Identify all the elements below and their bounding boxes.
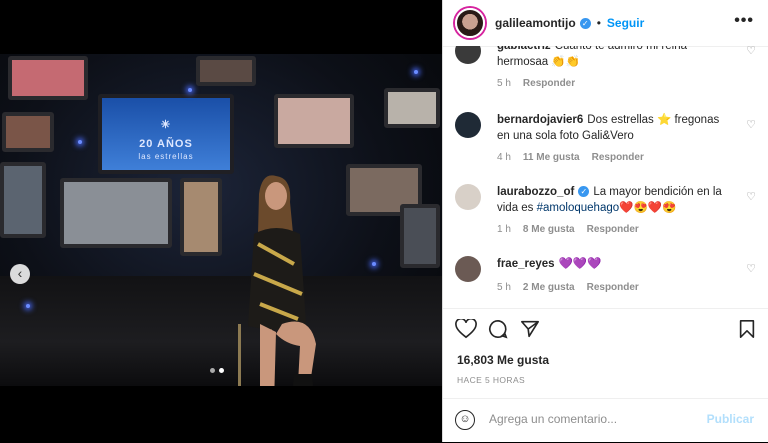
comment-username[interactable]: frae_reyes — [497, 258, 555, 270]
tv-monitor — [60, 178, 172, 248]
comment-body: gabiactriz Cuanto te admiro mi reina herm… — [497, 46, 734, 92]
post-timestamp: HACE 5 HORAS — [457, 375, 526, 385]
stage-light — [188, 88, 192, 92]
author-avatar[interactable] — [455, 8, 485, 38]
comment-likes-count[interactable]: 2 Me gusta — [523, 282, 575, 293]
comment-username[interactable]: bernardojavier6 — [497, 114, 583, 126]
post-side-panel: galileamontijo ✓ • Seguir ••• gabiactriz… — [442, 0, 768, 442]
comment-text: 💜💜💜 — [558, 258, 602, 270]
comment-time: 1 h — [497, 224, 511, 235]
comment-like-heart-icon[interactable]: ♡ — [746, 118, 756, 131]
more-options-icon[interactable]: ••• — [734, 12, 754, 30]
header-separator: • — [596, 16, 601, 30]
tv-logo-title: 20 AÑOS — [139, 138, 193, 150]
author-username[interactable]: galileamontijo — [495, 16, 576, 30]
carousel-prev-button[interactable]: ‹ — [10, 264, 30, 284]
carousel-dot — [210, 368, 215, 373]
bookmark-icon[interactable] — [738, 319, 756, 339]
comment-hashtag-link[interactable]: #amoloquehago — [537, 202, 620, 214]
comment-item: frae_reyes 💜💜💜 5 h 2 Me gusta Responder ♡ — [455, 256, 756, 306]
verified-badge-icon: ✓ — [578, 186, 590, 198]
comment-likes-count[interactable]: 8 Me gusta — [523, 224, 575, 235]
comment-reply-button[interactable]: Responder — [592, 152, 644, 163]
tv-monitor — [196, 56, 256, 86]
tv-logo-subtitle: las estrellas — [138, 152, 194, 161]
tv-monitor — [8, 56, 88, 100]
carousel-dot-active — [219, 368, 224, 373]
emoji-picker-icon[interactable]: ☺ — [455, 410, 475, 430]
stage-light — [372, 262, 376, 266]
likes-count[interactable]: 16,803 Me gusta — [457, 353, 549, 367]
comment-likes-count[interactable]: 11 Me gusta — [523, 152, 580, 163]
comment-body: bernardojavier6 Dos estrellas ⭐️ fregonas… — [497, 112, 734, 166]
add-comment-bar: ☺ Agrega un comentario... Publicar — [443, 398, 768, 443]
tv-monitor — [2, 112, 54, 152]
comment-meta: 1 h 8 Me gusta Responder — [497, 222, 734, 238]
commenter-avatar[interactable] — [455, 256, 481, 282]
post-header: galileamontijo ✓ • Seguir ••• — [443, 0, 768, 47]
tv-logo-star-icon: ✳ — [160, 119, 172, 131]
like-heart-icon[interactable] — [455, 319, 477, 339]
comment-emojis: ❤️😍❤️😍 — [619, 202, 677, 214]
tv-monitor — [384, 88, 440, 128]
comments-list[interactable]: gabiactriz Cuanto te admiro mi reina herm… — [443, 46, 768, 308]
comment-meta: 5 h 2 Me gusta Responder — [497, 280, 734, 296]
stage-light — [26, 304, 30, 308]
commenter-avatar[interactable] — [455, 112, 481, 138]
tv-monitor — [0, 162, 46, 238]
tv-monitor — [180, 178, 222, 256]
comment-body: laurabozzo_of ✓ La mayor bendición en la v… — [497, 184, 734, 238]
comment-meta: 4 h 11 Me gusta Responder — [497, 150, 734, 166]
verified-badge-icon: ✓ — [579, 17, 591, 29]
post-actions-bar — [443, 308, 768, 349]
commenter-avatar[interactable] — [455, 46, 481, 64]
comment-body: frae_reyes 💜💜💜 5 h 2 Me gusta Responder — [497, 256, 734, 296]
follow-button[interactable]: Seguir — [607, 16, 644, 30]
comment-time: 5 h — [497, 78, 511, 89]
tv-monitor — [274, 94, 354, 148]
tv-logo-screen: ✳ 20 AÑOS las estrellas — [98, 94, 234, 174]
comment-input[interactable]: Agrega un comentario... — [489, 412, 617, 426]
comment-reply-button[interactable]: Responder — [587, 224, 639, 235]
share-send-icon[interactable] — [519, 319, 541, 339]
commenter-avatar[interactable] — [455, 184, 481, 210]
carousel-indicator — [210, 368, 224, 373]
comment-time: 5 h — [497, 282, 511, 293]
comment-time: 4 h — [497, 152, 511, 163]
comment-like-heart-icon[interactable]: ♡ — [746, 262, 756, 275]
tv-monitor — [400, 204, 440, 268]
comment-reply-button[interactable]: Responder — [587, 282, 639, 293]
post-photo[interactable]: ✳ 20 AÑOS las estrellas ‹ — [0, 54, 442, 386]
post-media-area: ✳ 20 AÑOS las estrellas ‹ — [0, 0, 442, 442]
comment-item: gabiactriz Cuanto te admiro mi reina herm… — [455, 46, 756, 98]
comment-reply-button[interactable]: Responder — [523, 78, 575, 89]
comment-meta: 5 h Responder — [497, 76, 734, 92]
publish-button[interactable]: Publicar — [707, 412, 754, 426]
stage-light — [78, 140, 82, 144]
comment-username[interactable]: gabiactriz — [497, 46, 551, 52]
comment-item: bernardojavier6 Dos estrellas ⭐️ fregonas… — [455, 112, 756, 172]
comment-like-heart-icon[interactable]: ♡ — [746, 46, 756, 57]
comment-username[interactable]: laurabozzo_of — [497, 186, 574, 198]
comment-item: laurabozzo_of ✓ La mayor bendición en la v… — [455, 184, 756, 244]
comment-bubble-icon[interactable] — [487, 319, 509, 339]
stage-light — [414, 70, 418, 74]
woman-figure — [248, 175, 316, 386]
comment-like-heart-icon[interactable]: ♡ — [746, 190, 756, 203]
